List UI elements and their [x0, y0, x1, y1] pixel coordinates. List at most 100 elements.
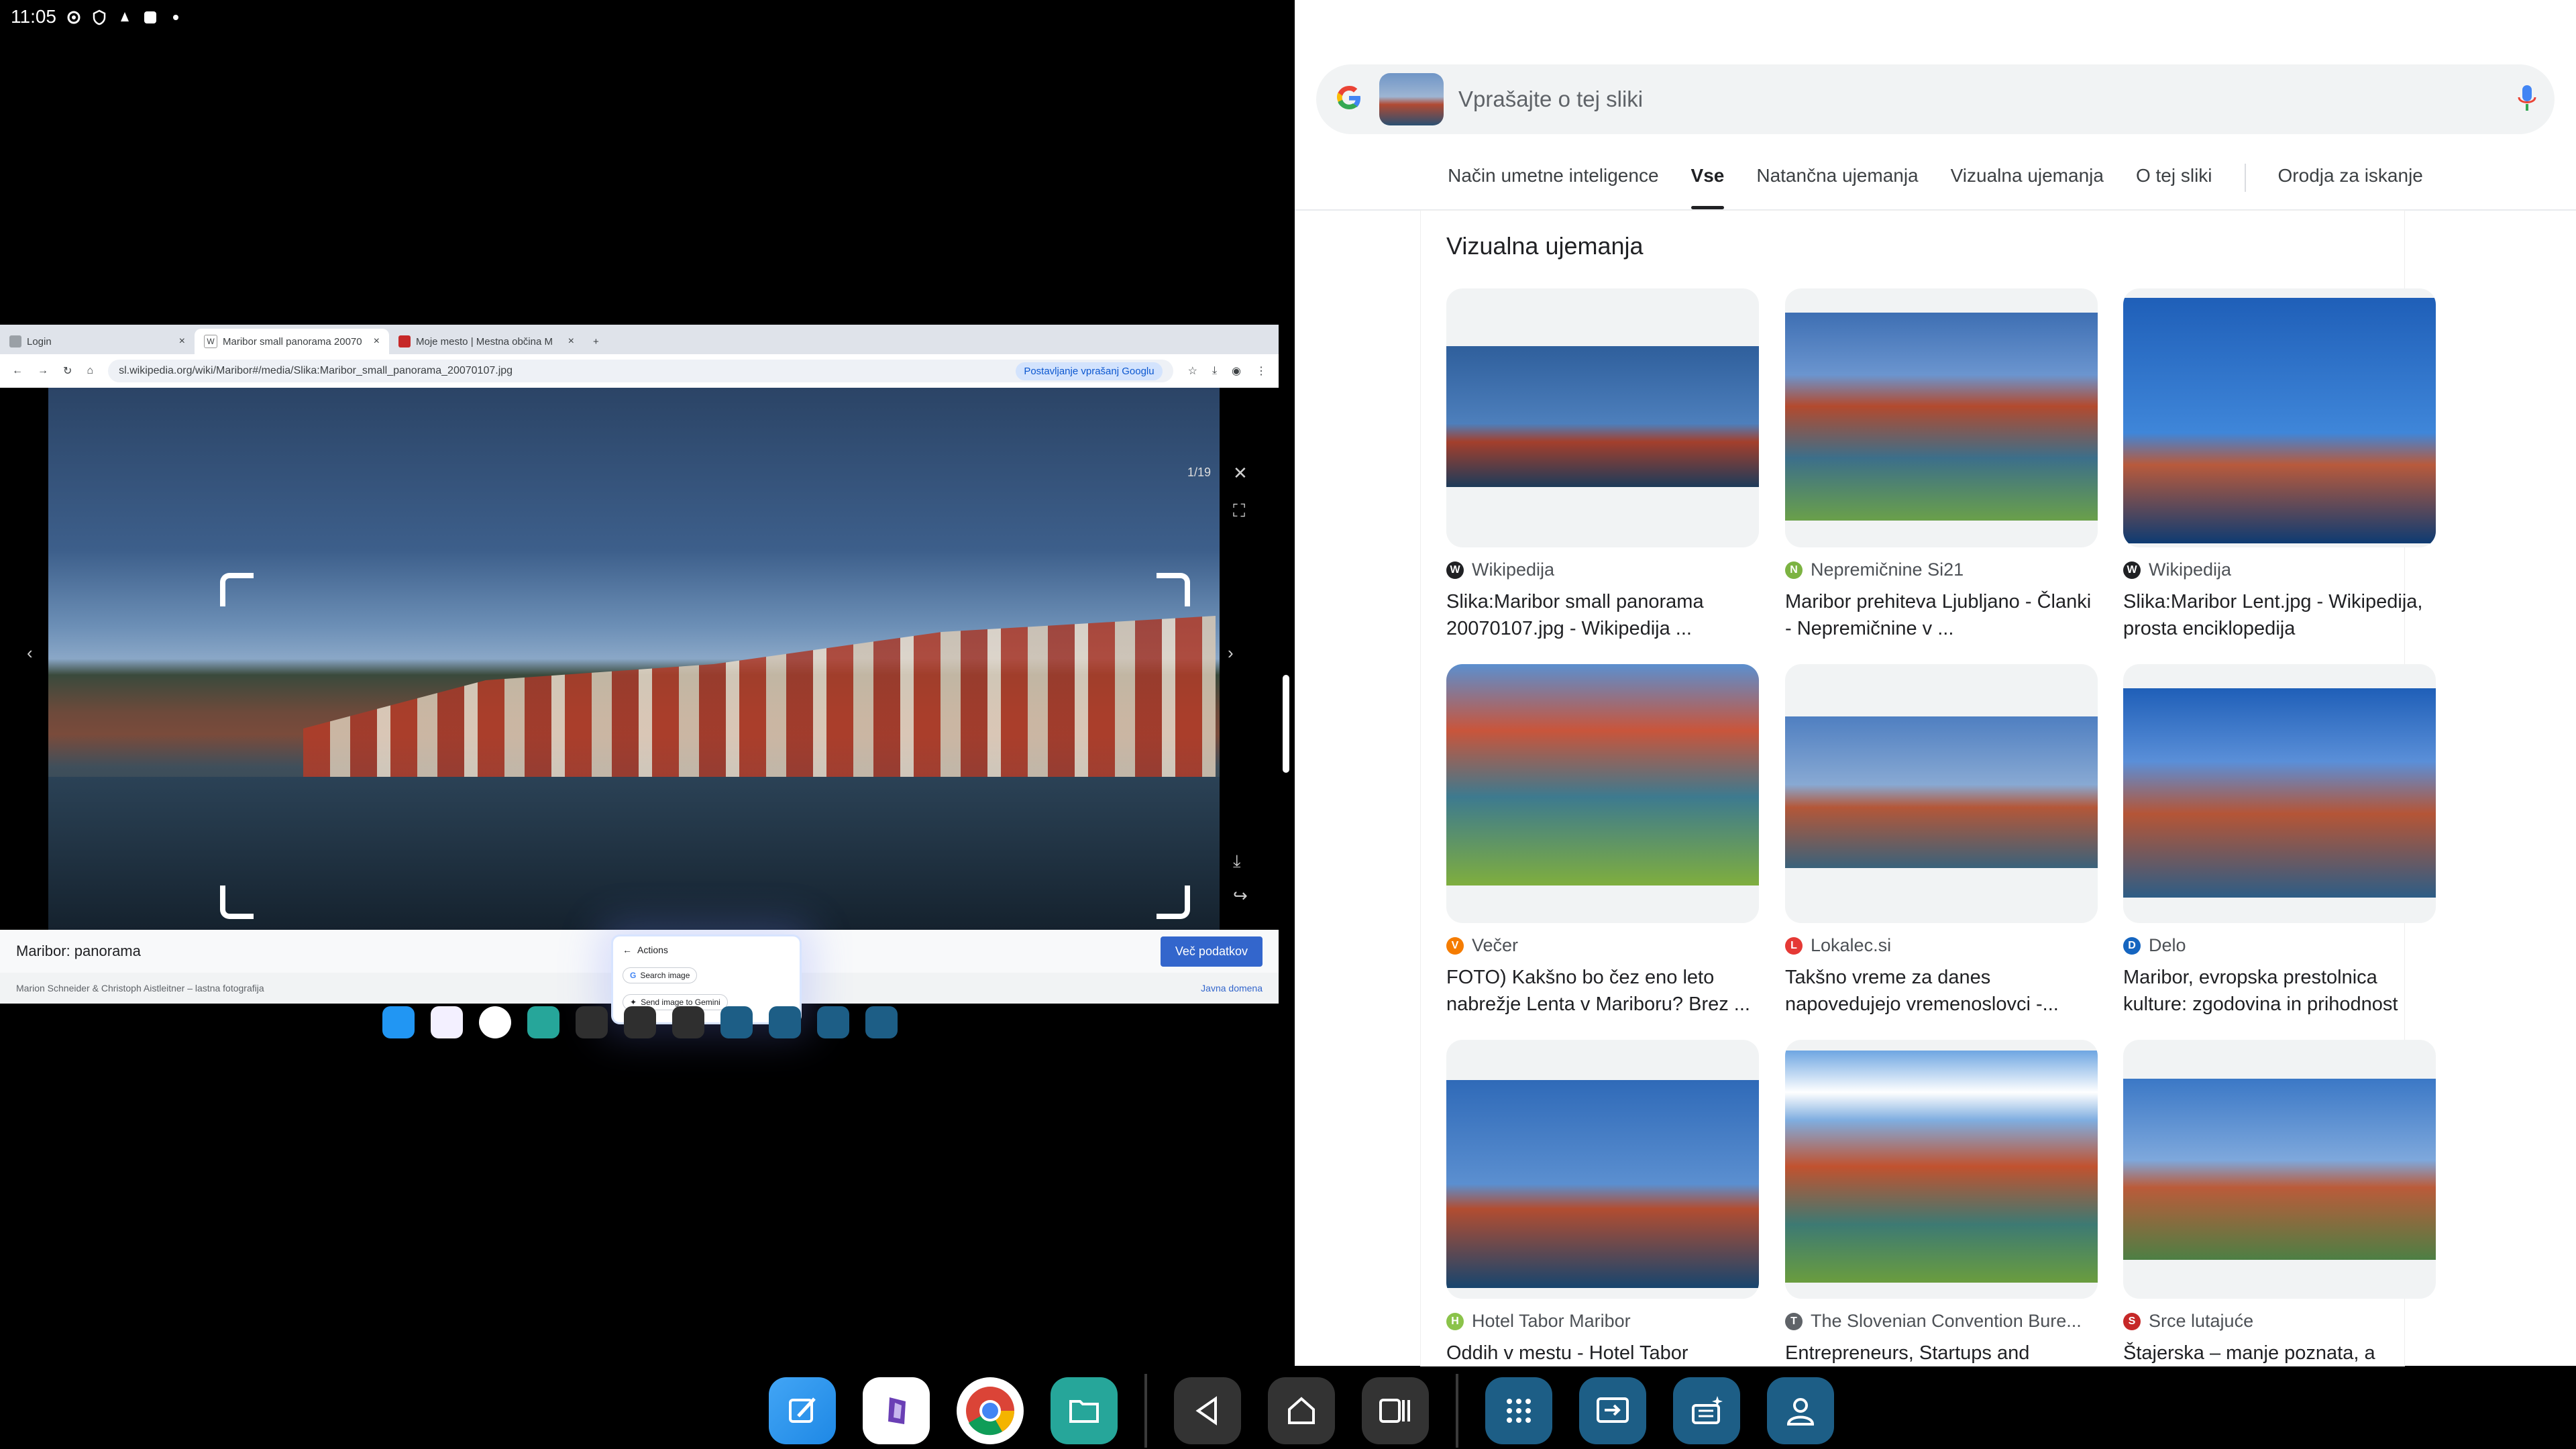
result-thumbnail[interactable]: [1785, 664, 2098, 923]
split-screen-handle[interactable]: [1283, 675, 1289, 773]
license-link[interactable]: Javna domena: [1201, 983, 1263, 994]
fullscreen-icon[interactable]: ⛶: [1233, 500, 1245, 522]
result-source[interactable]: W Wikipedija: [1446, 559, 1759, 580]
search-image-button[interactable]: G Search image: [623, 967, 698, 983]
files-icon[interactable]: [527, 1006, 559, 1038]
microphone-icon[interactable]: [2517, 83, 2537, 117]
obsidian-icon[interactable]: [431, 1006, 463, 1038]
share-icon[interactable]: ↪: [1233, 885, 1248, 906]
tab-moje-mesto[interactable]: Moje mesto | Mestna občina M ×: [389, 329, 584, 354]
back-icon[interactable]: [1174, 1377, 1241, 1444]
chrome-icon[interactable]: [957, 1377, 1024, 1444]
back-arrow-icon[interactable]: ←: [623, 945, 632, 955]
download-image-icon[interactable]: ⤓: [1233, 851, 1241, 872]
account-icon[interactable]: [1767, 1377, 1834, 1444]
result-thumbnail[interactable]: [1785, 1040, 2098, 1299]
result-card[interactable]: T The Slovenian Convention Bure... Entrepr…: [1785, 1040, 2098, 1366]
tab-visual-matches[interactable]: Vizualna ujemanja: [1951, 156, 2104, 209]
notes-icon[interactable]: [769, 1377, 836, 1444]
result-source[interactable]: S Srce lutajuće: [2123, 1311, 2436, 1332]
result-title[interactable]: Slika:Maribor small panorama 20070107.jp…: [1446, 588, 1759, 642]
forward-icon[interactable]: →: [38, 365, 48, 377]
selection-corner[interactable]: [1157, 885, 1190, 919]
ask-google-chip[interactable]: Postavljanje vprašanj Googlu: [1016, 362, 1163, 380]
result-title[interactable]: Slika:Maribor Lent.jpg - Wikipedija, pro…: [2123, 588, 2436, 642]
tab-exact-matches[interactable]: Natančna ujemanja: [1756, 156, 1918, 209]
bookmark-icon[interactable]: ☆: [1188, 364, 1197, 378]
result-title[interactable]: Maribor prehiteva Ljubljano - Članki - N…: [1785, 588, 2098, 642]
search-input[interactable]: Vprašajte o tej sliki: [1458, 87, 2502, 112]
result-source[interactable]: W Wikipedija: [2123, 559, 2436, 580]
panorama-photo[interactable]: [48, 388, 1220, 930]
result-source[interactable]: T The Slovenian Convention Bure...: [1785, 1311, 2098, 1332]
result-title[interactable]: Štajerska – manje poznata, a: [2123, 1340, 2436, 1366]
apps-grid-icon[interactable]: [1485, 1377, 1552, 1444]
tab-ai-mode[interactable]: Način umetne inteligence: [1448, 156, 1658, 209]
cast-icon[interactable]: [769, 1006, 801, 1038]
result-source[interactable]: N Nepremičnine Si21: [1785, 559, 2098, 580]
result-card[interactable]: S Srce lutajuće Štajerska – manje poznata,…: [2123, 1040, 2436, 1366]
download-icon[interactable]: ⤓: [1212, 365, 1217, 377]
menu-icon[interactable]: ⋮: [1256, 364, 1267, 378]
files-icon[interactable]: [1051, 1377, 1118, 1444]
search-bar[interactable]: Vprašajte o tej sliki: [1316, 64, 2555, 134]
prev-icon[interactable]: ‹: [27, 643, 33, 663]
result-card[interactable]: V Večer FOTO) Kakšno bo čez eno leto nabre…: [1446, 664, 1759, 1018]
tab-login[interactable]: Login ×: [0, 329, 195, 354]
result-card[interactable]: N Nepremičnine Si21 Maribor prehiteva Ljub…: [1785, 288, 2098, 642]
notes-icon[interactable]: [382, 1006, 415, 1038]
selection-corner[interactable]: [1157, 573, 1190, 606]
result-thumbnail[interactable]: [2123, 288, 2436, 547]
tab-search-tools[interactable]: Orodja za iskanje: [2278, 156, 2423, 209]
result-title[interactable]: Oddih v mestu - Hotel Tabor: [1446, 1340, 1759, 1366]
result-source[interactable]: H Hotel Tabor Maribor: [1446, 1311, 1759, 1332]
result-thumbnail[interactable]: [1446, 664, 1759, 923]
result-card[interactable]: L Lokalec.si Takšno vreme za danes napoved…: [1785, 664, 2098, 1018]
recents-icon[interactable]: [672, 1006, 704, 1038]
more-info-button[interactable]: Več podatkov: [1160, 936, 1263, 967]
obsidian-icon[interactable]: [863, 1377, 930, 1444]
result-card[interactable]: W Wikipedija Slika:Maribor small panorama …: [1446, 288, 1759, 642]
next-icon[interactable]: ›: [1228, 643, 1234, 663]
home-icon[interactable]: [1268, 1377, 1335, 1444]
result-source[interactable]: V Večer: [1446, 935, 1759, 956]
result-title[interactable]: FOTO) Kakšno bo čez eno leto nabrežje Le…: [1446, 964, 1759, 1018]
apps-grid-icon[interactable]: [720, 1006, 753, 1038]
result-card[interactable]: D Delo Maribor, evropska prestolnica kultu…: [2123, 664, 2436, 1018]
close-icon[interactable]: ×: [568, 335, 574, 347]
result-card[interactable]: H Hotel Tabor Maribor Oddih v mestu - Hote…: [1446, 1040, 1759, 1366]
new-tab-button[interactable]: +: [584, 329, 610, 354]
close-icon[interactable]: ×: [374, 335, 380, 347]
result-title[interactable]: Entrepreneurs, Startups and: [1785, 1340, 2098, 1366]
result-source[interactable]: L Lokalec.si: [1785, 935, 2098, 956]
back-icon[interactable]: [576, 1006, 608, 1038]
home-icon[interactable]: ⌂: [87, 365, 93, 377]
reload-icon[interactable]: ↻: [63, 364, 72, 378]
tab-all[interactable]: Vse: [1690, 156, 1724, 209]
query-image-thumbnail[interactable]: [1379, 73, 1444, 125]
result-title[interactable]: Maribor, evropska prestolnica kulture: z…: [2123, 964, 2436, 1018]
chrome-icon[interactable]: [479, 1006, 511, 1038]
url-field[interactable]: sl.wikipedia.org/wiki/Maribor#/media/Sli…: [108, 360, 1173, 382]
tab-about-image[interactable]: O tej sliki: [2136, 156, 2212, 209]
home-icon[interactable]: [624, 1006, 656, 1038]
result-thumbnail[interactable]: [2123, 664, 2436, 923]
account-icon[interactable]: [865, 1006, 898, 1038]
result-thumbnail[interactable]: [1446, 288, 1759, 547]
selection-corner[interactable]: [220, 885, 254, 919]
result-thumbnail[interactable]: [1785, 288, 2098, 547]
recents-icon[interactable]: [1362, 1377, 1429, 1444]
tray-icon[interactable]: [1673, 1377, 1740, 1444]
result-title[interactable]: Takšno vreme za danes napovedujejo vreme…: [1785, 964, 2098, 1018]
result-thumbnail[interactable]: [1446, 1040, 1759, 1299]
profile-icon[interactable]: ◉: [1232, 364, 1241, 378]
tab-maribor[interactable]: W Maribor small panorama 20070 ×: [195, 329, 389, 354]
result-card[interactable]: W Wikipedija Slika:Maribor Lent.jpg - Wiki…: [2123, 288, 2436, 642]
close-viewer-icon[interactable]: ✕: [1233, 463, 1248, 484]
selection-corner[interactable]: [220, 573, 254, 606]
back-icon[interactable]: ←: [12, 365, 23, 377]
result-source[interactable]: D Delo: [2123, 935, 2436, 956]
cast-icon[interactable]: [1579, 1377, 1646, 1444]
tray-icon[interactable]: [817, 1006, 849, 1038]
close-icon[interactable]: ×: [179, 335, 185, 347]
